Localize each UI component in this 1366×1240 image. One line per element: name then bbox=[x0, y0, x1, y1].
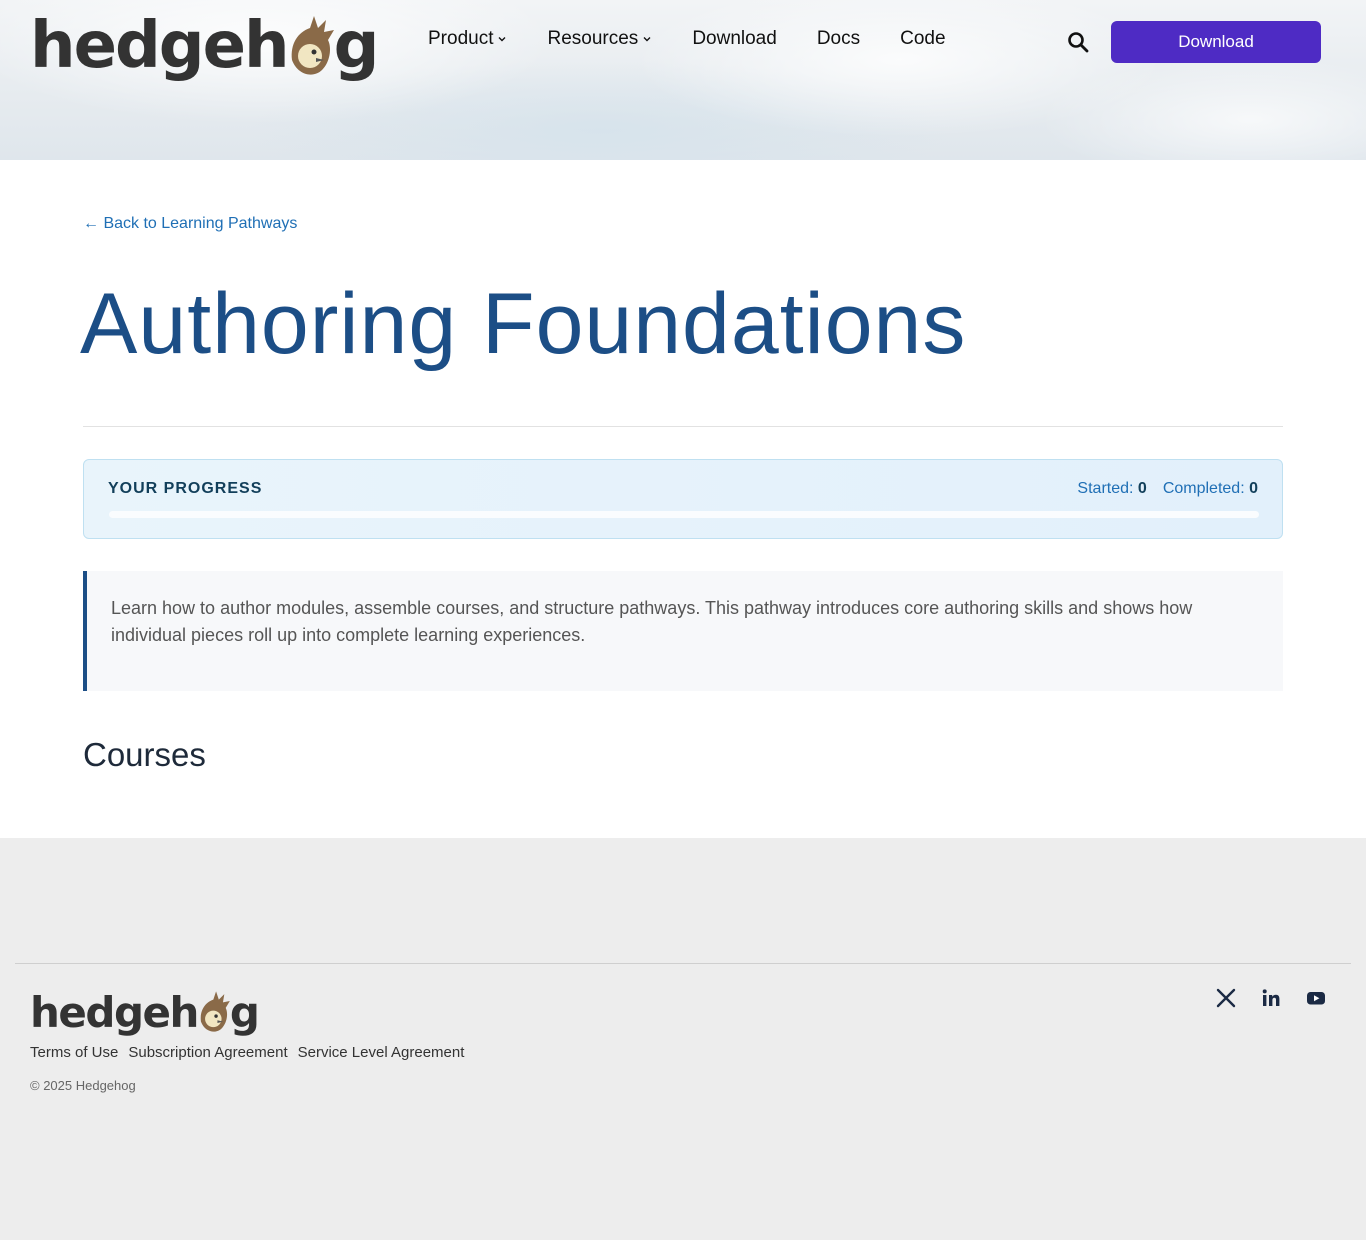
search-icon[interactable] bbox=[1066, 30, 1090, 54]
description-text: Learn how to author modules, assemble co… bbox=[111, 598, 1193, 645]
pathway-description: Learn how to author modules, assemble co… bbox=[83, 571, 1283, 691]
chevron-down-icon bbox=[498, 37, 506, 42]
footer-divider bbox=[15, 963, 1351, 964]
logo-wordmark-suffix: g bbox=[229, 988, 260, 1037]
footer-logo[interactable]: hedgeh g bbox=[30, 986, 260, 1037]
main-content: ← Back to Learning Pathways Authoring Fo… bbox=[0, 160, 1366, 838]
nav-item-docs[interactable]: Docs bbox=[817, 28, 860, 50]
page-title: Authoring Foundations bbox=[80, 276, 967, 372]
nav-item-label: Docs bbox=[816, 28, 861, 49]
linkedin-icon[interactable] bbox=[1261, 988, 1281, 1008]
hedgehog-logo-icon bbox=[291, 16, 334, 75]
nav-item-download[interactable]: Download bbox=[692, 28, 777, 50]
progress-heading: YOUR PROGRESS bbox=[108, 480, 263, 497]
footer-links: Terms of Use Subscription Agreement Serv… bbox=[30, 1044, 464, 1061]
completed-count: 0 bbox=[1249, 480, 1258, 497]
progress-bar bbox=[109, 511, 1259, 518]
terms-of-use-link[interactable]: Terms of Use bbox=[30, 1044, 118, 1061]
started-label: Started: bbox=[1077, 480, 1134, 497]
logo-wordmark-prefix: hedgeh bbox=[30, 988, 199, 1037]
social-links bbox=[1216, 988, 1326, 1008]
nav-item-label: Resources bbox=[547, 28, 639, 49]
logo-wordmark-suffix: g bbox=[333, 9, 380, 83]
started-stat: Started: 0 bbox=[1077, 480, 1146, 498]
nav-item-product[interactable]: Product bbox=[428, 28, 507, 50]
download-button[interactable]: Download bbox=[1111, 21, 1321, 63]
x-icon[interactable] bbox=[1216, 988, 1236, 1008]
completed-stat: Completed: 0 bbox=[1163, 480, 1258, 498]
started-count: 0 bbox=[1137, 480, 1147, 497]
courses-heading: Courses bbox=[83, 736, 206, 773]
logo-wordmark-prefix: hedgeh bbox=[30, 9, 290, 83]
hedgehog-logo-icon bbox=[200, 991, 230, 1032]
nav-item-label: Product bbox=[428, 28, 494, 49]
service-level-agreement-link[interactable]: Service Level Agreement bbox=[298, 1044, 465, 1061]
main-nav: Product Resources Download Docs Code bbox=[428, 28, 946, 50]
chevron-down-icon bbox=[643, 37, 651, 42]
progress-card: YOUR PROGRESS Started: 0 Completed: 0 bbox=[83, 459, 1283, 539]
nav-item-label: Download bbox=[692, 28, 777, 49]
nav-item-resources[interactable]: Resources bbox=[547, 28, 652, 50]
nav-item-code[interactable]: Code bbox=[900, 28, 945, 50]
divider bbox=[83, 426, 1283, 427]
progress-stats: Started: 0 Completed: 0 bbox=[1077, 480, 1258, 498]
hedgehog-logo[interactable]: hedgeh g bbox=[30, 8, 380, 83]
nav-item-label: Code bbox=[900, 28, 946, 49]
site-header: hedgeh g Product Resources Download Docs… bbox=[0, 0, 1366, 160]
back-to-pathways-link[interactable]: ← Back to Learning Pathways bbox=[83, 215, 297, 233]
copyright: © 2025 Hedgehog bbox=[30, 1078, 136, 1093]
subscription-agreement-link[interactable]: Subscription Agreement bbox=[128, 1044, 287, 1061]
site-footer: hedgeh g Terms of Use Subscription Agree… bbox=[0, 838, 1366, 1240]
youtube-icon[interactable] bbox=[1306, 988, 1326, 1008]
completed-label: Completed: bbox=[1162, 480, 1245, 497]
